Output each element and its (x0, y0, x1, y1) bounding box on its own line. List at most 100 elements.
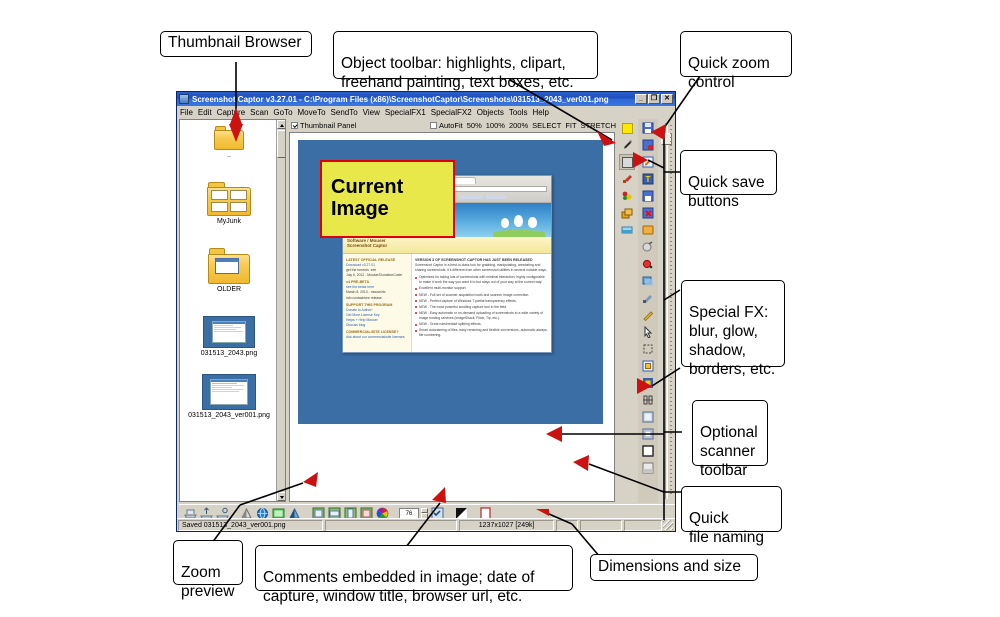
eyedropper-icon[interactable] (619, 137, 635, 153)
thumbnail-label: OLDER (216, 286, 242, 293)
wand-icon[interactable] (640, 307, 656, 323)
content-bullet: Excellent multi-monitor support. (419, 286, 467, 291)
scroll-down-arrow-icon[interactable] (277, 492, 285, 501)
current-image-overlay[interactable]: Current Image (320, 160, 455, 238)
overlay-line-1: Current (331, 176, 404, 199)
minimize-button[interactable]: _ (635, 94, 647, 104)
text-box-icon[interactable]: T (640, 171, 656, 187)
shadow-icon[interactable] (640, 273, 656, 289)
zoom-slider-track[interactable] (665, 123, 668, 499)
gradient-icon[interactable] (619, 222, 635, 238)
blur-icon[interactable] (640, 239, 656, 255)
callout-text: Thumbnail Browser (168, 34, 302, 52)
special-fx-toolbar[interactable]: T (638, 119, 658, 503)
thumbnail-panel-checkbox[interactable]: Thumbnail Panel (291, 121, 356, 130)
thumbnail-label: .. (227, 152, 231, 159)
crop-icon[interactable] (640, 222, 656, 238)
zoom-stretch-button[interactable]: STRETCH (581, 121, 616, 130)
view-options-bar: Thumbnail Panel AutoFit 50% 100% 200% SE… (288, 119, 616, 131)
sidebar-heading-2: v4 PRE-BETA (346, 280, 370, 285)
current-image-canvas[interactable]: DonationCoder.com Software / Mouser Scre… (298, 140, 603, 424)
autofit-checkbox[interactable]: AutoFit (429, 121, 463, 130)
menu-item-specialfx2[interactable]: SpecialFX2 (431, 108, 472, 117)
site-sidebar: LATEST OFFICIAL RELEASE Download v3.27.0… (343, 254, 412, 352)
thumbnail-item-up[interactable]: .. (180, 126, 278, 160)
menu-item-view[interactable]: View (363, 108, 380, 117)
menu-item-sendto[interactable]: SendTo (331, 108, 358, 117)
trim-icon[interactable] (640, 392, 656, 408)
save-as-icon[interactable] (640, 137, 656, 153)
callout-text: Zoom preview (181, 563, 235, 600)
content-heading: VERSION 3 OF SCREENSHOT CAPTOR HAS JUST … (415, 258, 533, 262)
scroll-up-arrow-icon[interactable] (277, 120, 285, 129)
emboss-icon[interactable] (640, 409, 656, 425)
scrollbar-thumb[interactable] (277, 130, 285, 158)
menu-bar: File Edit Capture Scan GoTo MoveTo SendT… (177, 106, 675, 118)
save-icon[interactable] (640, 120, 656, 136)
scanner-value-stepper[interactable] (421, 507, 428, 519)
zoom-select-button[interactable]: SELECT (532, 121, 561, 130)
folder-icon (214, 126, 244, 150)
content-bullet: NEW - Easy automatic or on-demand upload… (419, 310, 544, 320)
quick-zoom-control[interactable] (659, 119, 675, 503)
arrow-select-icon[interactable] (640, 324, 656, 340)
delete-icon[interactable] (640, 205, 656, 221)
menu-item-goto[interactable]: GoTo (273, 108, 292, 117)
border-icon[interactable] (640, 375, 656, 391)
resize-icon[interactable] (640, 341, 656, 357)
status-dimensions: 1237x1027 [249k] (458, 519, 555, 531)
sidebar-heading-4: COMMERCIAL/SITE LICENSE? (346, 330, 399, 335)
thumbnail-label: 031513_2043.png (200, 350, 258, 357)
resize-grip-icon[interactable] (663, 520, 673, 530)
menu-item-capture[interactable]: Capture (217, 108, 245, 117)
glow-icon[interactable] (640, 256, 656, 272)
thumbnail-label: 031513_2043_ver001.png (180, 412, 278, 420)
page-icon[interactable] (640, 460, 656, 476)
zoom-fit-button[interactable]: FIT (565, 121, 576, 130)
content-intro: Screenshot Captor is a best-in-class too… (415, 263, 547, 273)
image-viewport[interactable]: DonationCoder.com Software / Mouser Scre… (289, 132, 615, 502)
callout-text: Dimensions and size (598, 557, 742, 575)
menu-item-scan[interactable]: Scan (250, 108, 268, 117)
menu-item-file[interactable]: File (180, 108, 193, 117)
content-bullet: Optimized for taking lots of screenshots… (419, 275, 545, 285)
folder-icon (208, 248, 250, 284)
thumbnail-item-myjunk[interactable]: MyJunk (180, 182, 278, 226)
checkbox-icon (429, 121, 437, 129)
zoom-200-button[interactable]: 200% (509, 121, 528, 130)
callout-text: Quick zoom control (688, 54, 770, 91)
outline-icon[interactable] (640, 443, 656, 459)
frame-icon[interactable] (640, 358, 656, 374)
scanner-value-input[interactable]: 76 (399, 507, 419, 519)
window-titlebar[interactable]: Screenshot Captor v3.27.01 - C:\Program … (177, 92, 675, 106)
thumbnail-browser-panel[interactable]: .. MyJunk OLDER 031513_2043.png 031513_2… (179, 119, 286, 502)
menu-item-help[interactable]: Help (533, 108, 549, 117)
edit-icon[interactable] (640, 154, 656, 170)
image-thumb (202, 374, 256, 410)
thumbnail-item-image-2[interactable]: 031513_2043_ver001.png (180, 374, 278, 420)
bevel-icon[interactable] (640, 426, 656, 442)
folder-icon (207, 182, 251, 216)
thumbnail-item-image-1[interactable]: 031513_2043.png (180, 316, 278, 358)
object-toolbar[interactable] (617, 119, 637, 503)
callout-thumbnail-browser: Thumbnail Browser (160, 31, 312, 57)
save-copy-icon[interactable] (640, 188, 656, 204)
menu-item-objects[interactable]: Objects (477, 108, 504, 117)
maximize-button[interactable]: ❐ (648, 94, 660, 104)
highlight-box-icon[interactable] (619, 154, 635, 170)
menu-item-edit[interactable]: Edit (198, 108, 212, 117)
close-button[interactable]: ✕ (661, 94, 673, 104)
callout-special-fx: Special FX: blur, glow, shadow, borders,… (681, 280, 785, 378)
zoom-50-button[interactable]: 50% (467, 121, 482, 130)
clipart-icon[interactable] (619, 188, 635, 204)
thumbnail-scrollbar[interactable] (276, 120, 285, 501)
menu-item-moveto[interactable]: MoveTo (298, 108, 326, 117)
color-swatch-icon[interactable] (619, 120, 635, 136)
stamp-icon[interactable] (619, 205, 635, 221)
thumbnail-item-older[interactable]: OLDER (180, 248, 278, 294)
paint-icon[interactable] (640, 290, 656, 306)
menu-item-tools[interactable]: Tools (509, 108, 528, 117)
zoom-100-button[interactable]: 100% (486, 121, 505, 130)
marker-pen-icon[interactable] (619, 171, 635, 187)
menu-item-specialfx1[interactable]: SpecialFX1 (385, 108, 426, 117)
